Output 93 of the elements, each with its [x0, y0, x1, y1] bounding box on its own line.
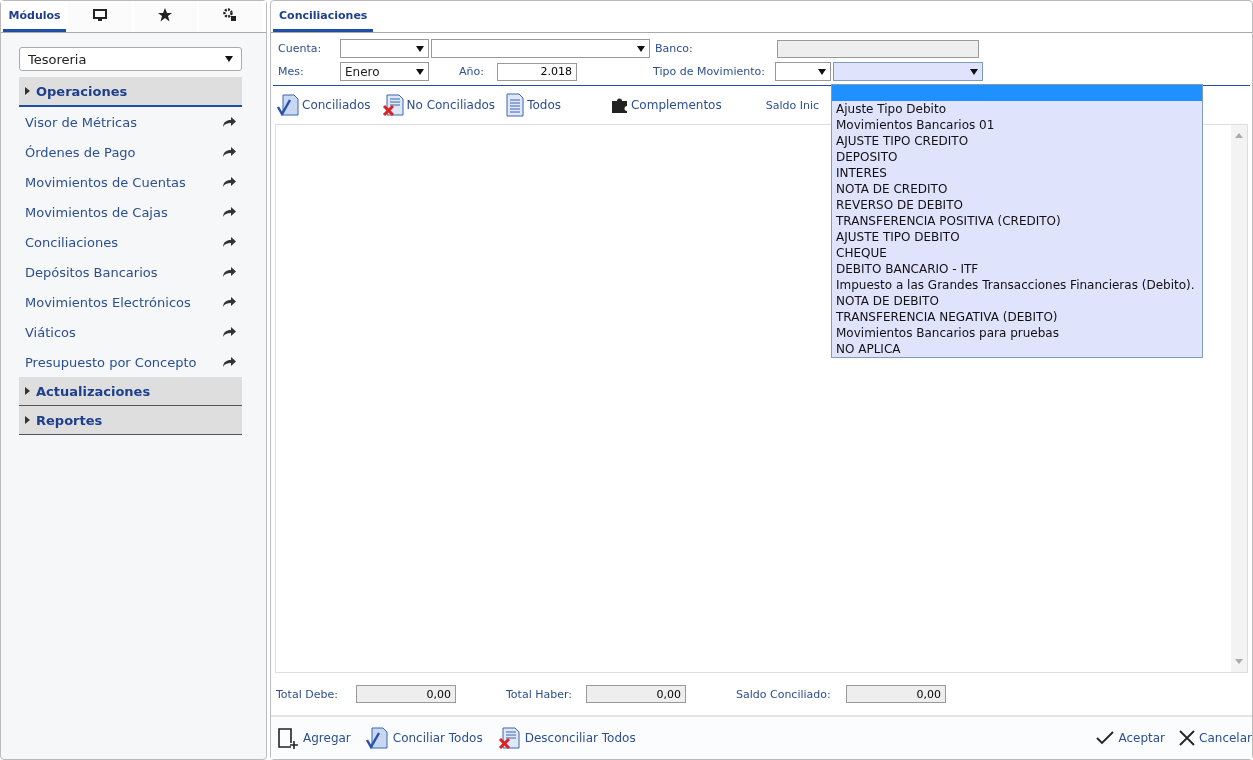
- account-select[interactable]: [340, 39, 429, 58]
- caret-icon: [818, 68, 826, 75]
- document-cross-icon: [496, 726, 521, 750]
- share-arrow-icon: [223, 267, 236, 277]
- caret-icon: [416, 68, 424, 75]
- menu-link[interactable]: Presupuesto por Concepto: [19, 347, 242, 377]
- filter-button[interactable]: Todos: [505, 93, 561, 117]
- share-arrow-icon: [223, 357, 236, 367]
- balance-label: Saldo Inic: [765, 98, 819, 112]
- star-icon: [158, 8, 173, 22]
- total-field[interactable]: 0,00: [356, 685, 456, 703]
- field-label: Mes:: [278, 65, 305, 78]
- dropdown-option[interactable]: NOTA DE DEBITO: [832, 293, 1202, 309]
- menu-link[interactable]: Movimientos Electrónicos: [19, 287, 242, 317]
- share-arrow-icon: [223, 147, 236, 157]
- menu-link[interactable]: Visor de Métricas: [19, 107, 242, 137]
- action-button[interactable]: Agregar: [277, 727, 351, 749]
- checkmark-icon: [1096, 731, 1115, 745]
- monitor-icon: [92, 9, 107, 21]
- menu-link[interactable]: Órdenes de Pago: [19, 137, 242, 167]
- caret-icon: [970, 68, 978, 75]
- scrollbar[interactable]: [1231, 125, 1247, 672]
- action-button[interactable]: Aceptar: [1096, 731, 1166, 745]
- dropdown-option[interactable]: TRANSFERENCIA POSITIVA (CREDITO): [832, 213, 1202, 229]
- dropdown-option[interactable]: Impuesto a las Grandes Transacciones Financieras (Debito).: [832, 277, 1202, 293]
- section-header[interactable]: Operaciones: [19, 77, 242, 107]
- filter-button[interactable]: Complementos: [610, 96, 722, 114]
- caret-icon: [225, 56, 233, 62]
- dropdown-option[interactable]: AJUSTE TIPO DEBITO: [832, 229, 1202, 245]
- document-cross-icon: [380, 93, 405, 117]
- expand-arrow-icon: [25, 416, 30, 424]
- section-header[interactable]: Reportes: [19, 406, 242, 435]
- filter-button[interactable]: No Conciliados: [380, 93, 496, 117]
- sidebar-tab[interactable]: [68, 1, 132, 32]
- caret-icon: [637, 45, 645, 52]
- dropdown-option[interactable]: NOTA DE CREDITO: [832, 181, 1202, 197]
- bank-field[interactable]: [777, 39, 979, 58]
- document-check-icon: [364, 726, 389, 750]
- menu-link[interactable]: Depósitos Bancarios: [19, 257, 242, 287]
- field-label: Año:: [459, 65, 485, 78]
- share-arrow-icon: [223, 177, 236, 187]
- dropdown-option[interactable]: DEPOSITO: [832, 149, 1202, 165]
- dropdown-option[interactable]: CHEQUE: [832, 245, 1202, 261]
- document-icon: [505, 93, 526, 117]
- close-icon: [1179, 730, 1196, 746]
- type-select[interactable]: [775, 62, 831, 81]
- action-button[interactable]: Cancelar: [1179, 730, 1252, 746]
- caret-icon: [416, 45, 424, 52]
- field-label: Cuenta:: [278, 42, 323, 55]
- dropdown-option[interactable]: TRANSFERENCIA NEGATIVA (DEBITO): [832, 309, 1202, 325]
- dropdown-option[interactable]: REVERSO DE DEBITO: [832, 197, 1202, 213]
- total-label: Saldo Conciliado:: [736, 687, 832, 701]
- total-label: Total Debe:: [276, 687, 339, 701]
- dropdown-option[interactable]: Movimientos Bancarios para pruebas: [832, 325, 1202, 341]
- share-arrow-icon: [223, 237, 236, 247]
- dropdown-option[interactable]: Ajuste Tipo Debito: [832, 101, 1202, 117]
- dropdown-option[interactable]: AJUSTE TIPO CREDITO: [832, 133, 1202, 149]
- add-page-icon: [277, 727, 299, 749]
- field-label: Tipo de Movimiento:: [653, 65, 766, 78]
- total-field[interactable]: 0,00: [586, 685, 686, 703]
- menu-link[interactable]: Viáticos: [19, 317, 242, 347]
- share-arrow-icon: [223, 207, 236, 217]
- dropdown-option[interactable]: DEBITO BANCARIO - ITF: [832, 261, 1202, 277]
- share-arrow-icon: [223, 117, 236, 127]
- total-field[interactable]: 0,00: [846, 685, 946, 703]
- action-button[interactable]: Conciliar Todos: [364, 726, 483, 750]
- account-name-select[interactable]: [431, 39, 650, 58]
- menu-link[interactable]: Conciliaciones: [19, 227, 242, 257]
- field-label: Banco:: [655, 42, 694, 55]
- action-button[interactable]: Desconciliar Todos: [496, 726, 636, 750]
- panel-tab[interactable]: Conciliaciones: [273, 1, 374, 32]
- document-check-icon: [276, 93, 300, 117]
- dropdown-option[interactable]: NO APLICA: [832, 341, 1202, 357]
- menu-link[interactable]: Movimientos de Cajas: [19, 197, 242, 227]
- dropdown-option[interactable]: Movimientos Bancarios 01: [832, 117, 1202, 133]
- expand-arrow-icon: [25, 87, 30, 95]
- scroll-down-icon: [1235, 659, 1243, 664]
- month-select[interactable]: Enero: [340, 62, 429, 81]
- sidebar-tab[interactable]: [198, 1, 262, 32]
- expand-arrow-icon: [25, 387, 30, 395]
- puzzle-icon: [610, 96, 629, 114]
- total-label: Total Haber:: [506, 687, 573, 701]
- module-select[interactable]: Tesoreria: [19, 47, 242, 71]
- dropdown-option[interactable]: INTERES: [832, 165, 1202, 181]
- share-arrow-icon: [223, 327, 236, 337]
- share-arrow-icon: [223, 297, 236, 307]
- gears-icon: [223, 8, 238, 22]
- scroll-up-icon: [1235, 133, 1243, 138]
- menu-link[interactable]: Movimientos de Cuentas: [19, 167, 242, 197]
- filter-button[interactable]: Conciliados: [276, 93, 371, 117]
- sidebar-tab[interactable]: [133, 1, 197, 32]
- section-header[interactable]: Actualizaciones: [19, 377, 242, 406]
- year-field[interactable]: 2.018: [497, 62, 577, 81]
